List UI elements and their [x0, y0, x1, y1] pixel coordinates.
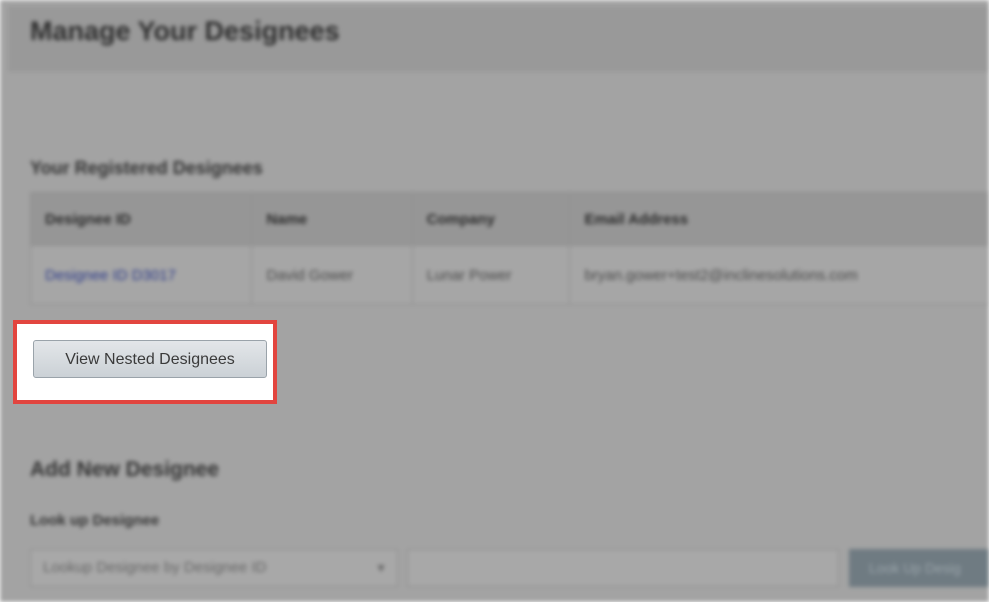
- designee-name-cell: David Gower: [251, 245, 413, 305]
- lookup-type-select-value: Lookup Designee by Designee ID: [43, 559, 267, 576]
- designees-table: Designee ID Name Company Email Address D…: [29, 192, 989, 305]
- designee-id-link[interactable]: Designee ID D3017: [29, 245, 253, 305]
- registered-designees-heading: Your Registered Designees: [30, 158, 263, 178]
- table-header-row: Designee ID Name Company Email Address: [29, 192, 989, 246]
- page: Manage Your Designees Your Registered De…: [0, 0, 989, 602]
- chevron-down-icon: ▼: [375, 561, 387, 575]
- designee-email-cell: bryan.gower+test2@inclinesolutions.com: [569, 245, 989, 305]
- highlight-frame: View Nested Designees: [13, 320, 277, 404]
- page-title: Manage Your Designees: [30, 16, 340, 46]
- column-header-designee-id: Designee ID: [29, 192, 253, 246]
- lookup-designee-label: Look up Designee: [30, 512, 160, 529]
- column-header-company: Company: [411, 192, 571, 246]
- lookup-designee-input[interactable]: [407, 549, 839, 587]
- designee-company-cell: Lunar Power: [411, 245, 571, 305]
- dimmed-background: Manage Your Designees Your Registered De…: [0, 0, 989, 602]
- lookup-type-select[interactable]: Lookup Designee by Designee ID ▼: [30, 549, 398, 587]
- add-new-designee-heading: Add New Designee: [30, 458, 220, 481]
- view-nested-designees-button[interactable]: View Nested Designees: [33, 340, 267, 378]
- column-header-email: Email Address: [569, 192, 989, 246]
- column-header-name: Name: [251, 192, 413, 246]
- table-row: Designee ID D3017 David Gower Lunar Powe…: [29, 245, 989, 305]
- look-up-designee-button[interactable]: Look Up Desig: [849, 549, 989, 587]
